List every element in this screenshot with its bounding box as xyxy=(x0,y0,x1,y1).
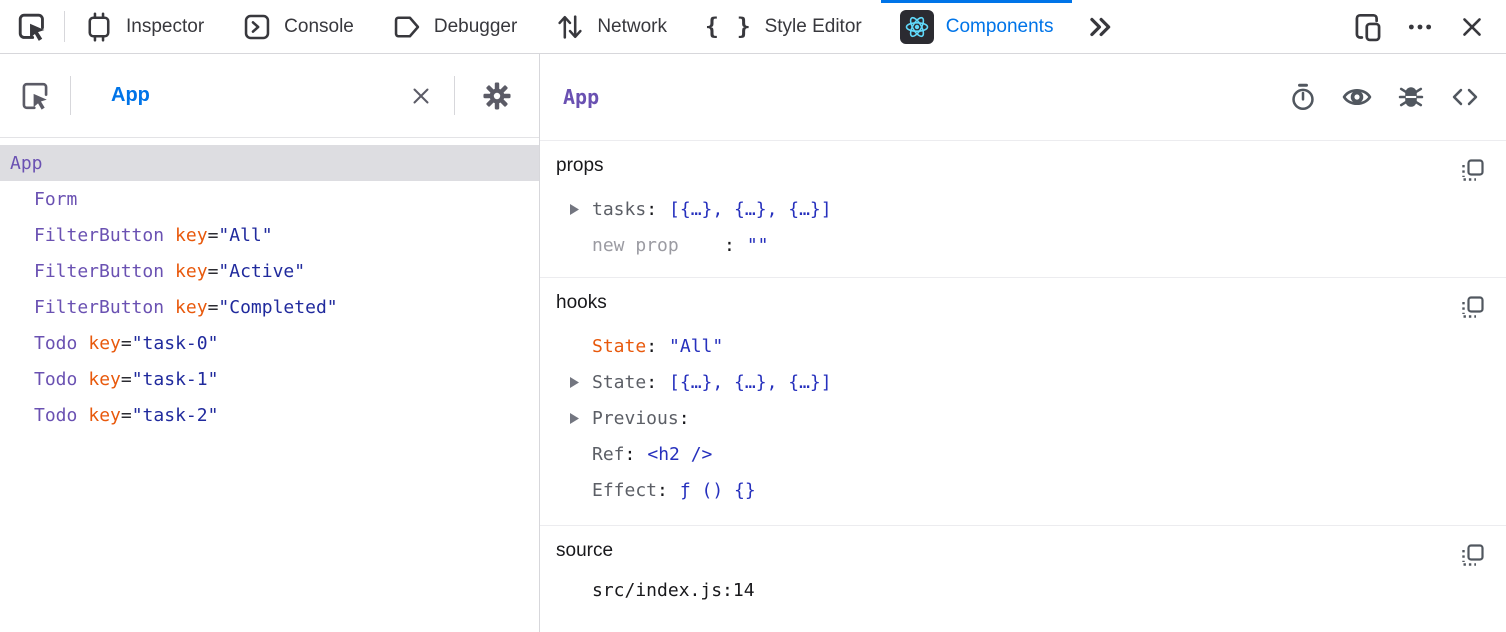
components-panel: App xyxy=(0,54,1506,632)
inspector-icon xyxy=(84,12,114,42)
copy-icon xyxy=(1460,542,1486,568)
tree-node-form[interactable]: Form xyxy=(0,181,539,217)
tab-label: Components xyxy=(946,16,1054,38)
source-section: source src/index.js:14 xyxy=(540,526,1506,632)
pick-element-button[interactable] xyxy=(0,0,64,53)
close-devtools-button[interactable] xyxy=(1446,0,1498,53)
suspend-component-button[interactable] xyxy=(1288,82,1318,112)
tab-components[interactable]: Components xyxy=(881,0,1073,53)
prop-row-tasks[interactable]: tasks: [{…}, {…}, {…}] xyxy=(556,191,1486,227)
new-prop-name-input[interactable]: new prop xyxy=(592,235,724,256)
code-brackets-icon xyxy=(1450,82,1480,112)
hook-row-state-filter[interactable]: State: "All" xyxy=(556,328,1486,364)
responsive-design-mode-button[interactable] xyxy=(1342,0,1394,53)
expand-arrow-icon[interactable] xyxy=(570,377,592,388)
meatball-menu-icon xyxy=(1405,12,1435,42)
search-value: App xyxy=(111,84,150,107)
props-section: props xyxy=(540,141,1506,278)
inspect-dom-element-button[interactable] xyxy=(1342,82,1372,112)
hook-row-effect[interactable]: Effect: ƒ () {} xyxy=(556,472,1486,508)
double-chevron-right-icon xyxy=(1085,12,1115,42)
tabbar-right-controls xyxy=(1342,0,1506,53)
tree-toolbar: App xyxy=(0,54,539,138)
pick-component-button[interactable] xyxy=(0,54,70,137)
gear-icon xyxy=(481,80,513,112)
copy-icon xyxy=(1460,294,1486,320)
view-source-button[interactable] xyxy=(1450,82,1480,112)
network-icon xyxy=(555,12,585,42)
tab-inspector[interactable]: Inspector xyxy=(65,0,223,53)
settings-button[interactable] xyxy=(455,54,539,137)
responsive-design-icon xyxy=(1352,11,1384,43)
props-rows: tasks: [{…}, {…}, {…}] new prop: "" xyxy=(556,191,1486,263)
hooks-title: hooks xyxy=(556,292,607,314)
tool-tabs: Inspector Console Debugger xyxy=(65,0,1072,53)
log-component-data-button[interactable] xyxy=(1396,82,1426,112)
tab-console[interactable]: Console xyxy=(223,0,373,53)
props-title: props xyxy=(556,155,604,177)
debugger-icon xyxy=(392,12,422,42)
hook-row-state-tasks[interactable]: State: [{…}, {…}, {…}] xyxy=(556,364,1486,400)
copy-icon xyxy=(1460,157,1486,183)
tab-label: Inspector xyxy=(126,16,204,38)
new-prop-value-input[interactable]: "" xyxy=(747,235,769,256)
props-section-head: props xyxy=(556,155,1486,183)
tree-node-todo-task-1[interactable]: Todokey="task-1" xyxy=(0,361,539,397)
close-icon xyxy=(1458,13,1486,41)
devtools-window: Inspector Console Debugger xyxy=(0,0,1506,632)
expand-arrow-icon[interactable] xyxy=(570,204,592,215)
copy-source-button[interactable] xyxy=(1460,542,1486,568)
copy-hooks-button[interactable] xyxy=(1460,294,1486,320)
selected-component-title: App xyxy=(563,85,599,109)
hook-row-ref[interactable]: Ref: <h2 /> xyxy=(556,436,1486,472)
tab-label: Console xyxy=(284,16,354,38)
pick-component-icon xyxy=(17,78,53,114)
hooks-rows: State: "All" State: [{…}, {…}, {…}] xyxy=(556,328,1486,508)
devtools-menu-button[interactable] xyxy=(1394,0,1446,53)
hooks-section: hooks State: xyxy=(540,278,1506,526)
tree-node-todo-task-2[interactable]: Todokey="task-2" xyxy=(0,397,539,433)
tree-node-filterbutton-all[interactable]: FilterButtonkey="All" xyxy=(0,217,539,253)
tab-label: Style Editor xyxy=(765,16,862,38)
console-icon xyxy=(242,12,272,42)
new-prop-row[interactable]: new prop: "" xyxy=(556,227,1486,263)
details-header: App xyxy=(540,54,1506,141)
clear-search-icon xyxy=(408,83,434,109)
tab-label: Debugger xyxy=(434,16,517,38)
tab-style-editor[interactable]: { } Style Editor xyxy=(686,0,881,53)
bug-icon xyxy=(1396,82,1426,112)
tab-label: Network xyxy=(597,16,667,38)
tree-node-filterbutton-active[interactable]: FilterButtonkey="Active" xyxy=(0,253,539,289)
component-tree-pane: App xyxy=(0,54,540,632)
expand-arrow-icon[interactable] xyxy=(570,413,592,424)
component-tree: App Form FilterButtonkey="All" FilterBut… xyxy=(0,138,539,632)
tree-node-app[interactable]: App xyxy=(0,145,539,181)
clear-search-button[interactable] xyxy=(388,54,454,137)
stopwatch-icon xyxy=(1288,82,1318,112)
react-logo-icon xyxy=(900,10,934,44)
devtools-tabbar: Inspector Console Debugger xyxy=(0,0,1506,54)
tab-debugger[interactable]: Debugger xyxy=(373,0,536,53)
hooks-section-head: hooks xyxy=(556,292,1486,320)
eye-icon xyxy=(1341,81,1373,113)
source-title: source xyxy=(556,540,613,562)
tree-node-filterbutton-completed[interactable]: FilterButtonkey="Completed" xyxy=(0,289,539,325)
source-path[interactable]: src/index.js:14 xyxy=(556,580,1486,601)
copy-props-button[interactable] xyxy=(1460,157,1486,183)
source-section-head: source xyxy=(556,540,1486,568)
hook-row-previous[interactable]: Previous: xyxy=(556,400,1486,436)
tree-node-todo-task-0[interactable]: Todokey="task-0" xyxy=(0,325,539,361)
tab-network[interactable]: Network xyxy=(536,0,686,53)
more-tabs-button[interactable] xyxy=(1072,0,1128,53)
style-editor-icon: { } xyxy=(705,14,753,40)
component-details-pane: App xyxy=(540,54,1506,632)
details-header-actions xyxy=(1288,82,1480,112)
pick-element-icon xyxy=(15,10,49,44)
component-search-input[interactable]: App xyxy=(71,54,388,137)
